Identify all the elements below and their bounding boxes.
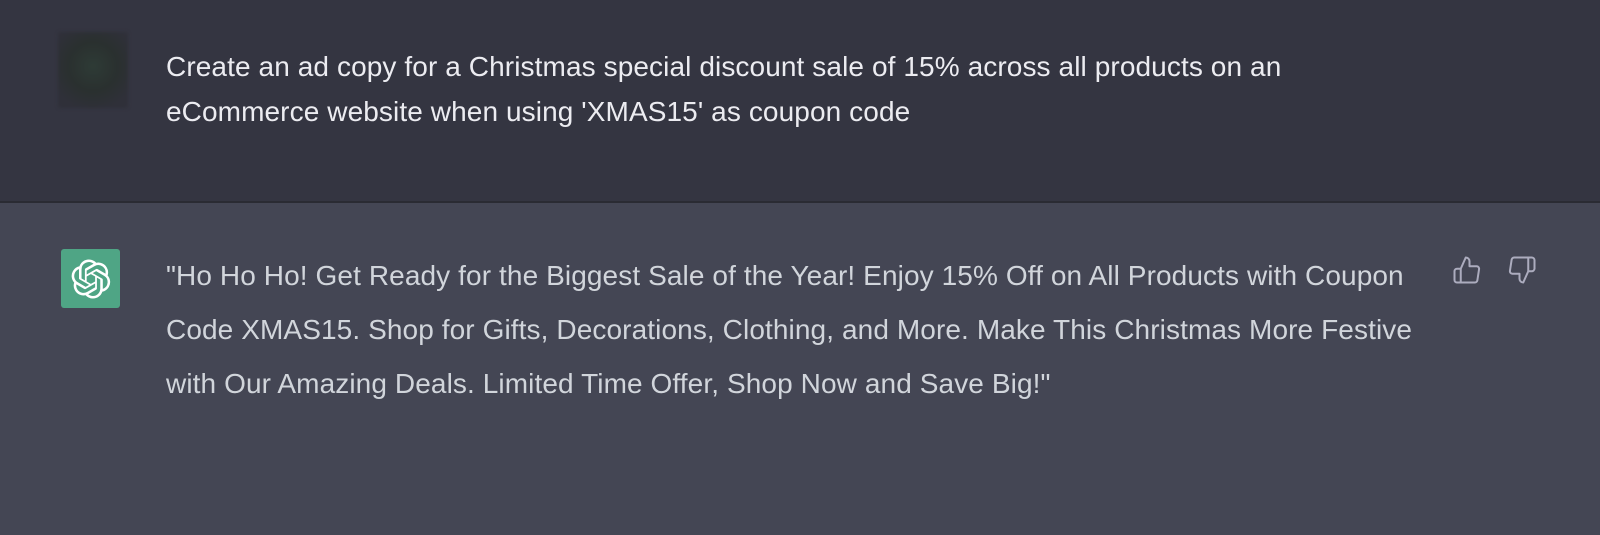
user-avatar (58, 32, 128, 108)
thumbs-up-button[interactable] (1449, 252, 1485, 288)
thumbs-down-button[interactable] (1504, 252, 1540, 288)
assistant-message-row: "Ho Ho Ho! Get Ready for the Biggest Sal… (0, 205, 1600, 535)
thumbs-up-icon (1453, 256, 1481, 284)
thumbs-down-icon (1508, 256, 1536, 284)
assistant-message-text: "Ho Ho Ho! Get Ready for the Biggest Sal… (166, 260, 1413, 399)
openai-logo-icon (71, 258, 110, 299)
user-message-text: Create an ad copy for a Christmas specia… (166, 51, 1282, 127)
user-message-row: Create an ad copy for a Christmas specia… (0, 0, 1600, 203)
assistant-avatar (61, 249, 120, 308)
